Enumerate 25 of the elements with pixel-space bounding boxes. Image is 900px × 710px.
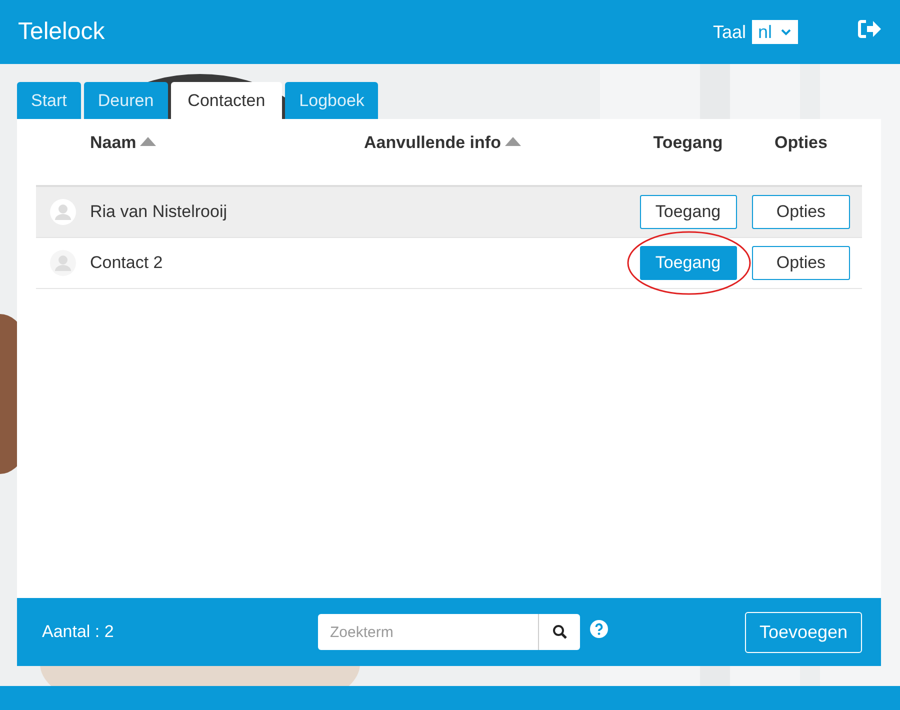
sort-up-icon [140, 136, 156, 146]
options-button[interactable]: Opties [752, 195, 850, 229]
app-title: Telelock [18, 18, 106, 46]
column-header: Opties [774, 133, 828, 153]
column-header: Toegang [652, 133, 724, 153]
search-button[interactable] [538, 614, 580, 650]
access-button[interactable]: Toegang [640, 195, 736, 229]
search-field[interactable]: Zoekterm [318, 614, 538, 650]
search-icon [552, 624, 568, 640]
language-label: Taal [712, 22, 746, 42]
table-row[interactable]: Contact 2 Toegang Opties [36, 238, 862, 289]
contact-count: Aantal : 2 [42, 622, 115, 642]
table-row[interactable]: Ria van Nistelrooij Toegang Opties [36, 187, 862, 238]
options-button[interactable]: Opties [752, 246, 850, 280]
column-header[interactable]: Aanvullende info [364, 133, 630, 153]
chevron-down-icon [780, 28, 792, 36]
help-icon[interactable] [590, 620, 608, 638]
column-header[interactable]: Naam [90, 133, 364, 153]
sort-up-icon [504, 136, 521, 146]
contact-name: Contact 2 [90, 253, 164, 273]
avatar-icon [50, 250, 76, 276]
logout-icon[interactable] [856, 17, 882, 41]
avatar-icon [50, 199, 76, 225]
tab[interactable]: Contacten [170, 82, 282, 119]
contact-name: Ria van Nistelrooij [90, 202, 228, 222]
